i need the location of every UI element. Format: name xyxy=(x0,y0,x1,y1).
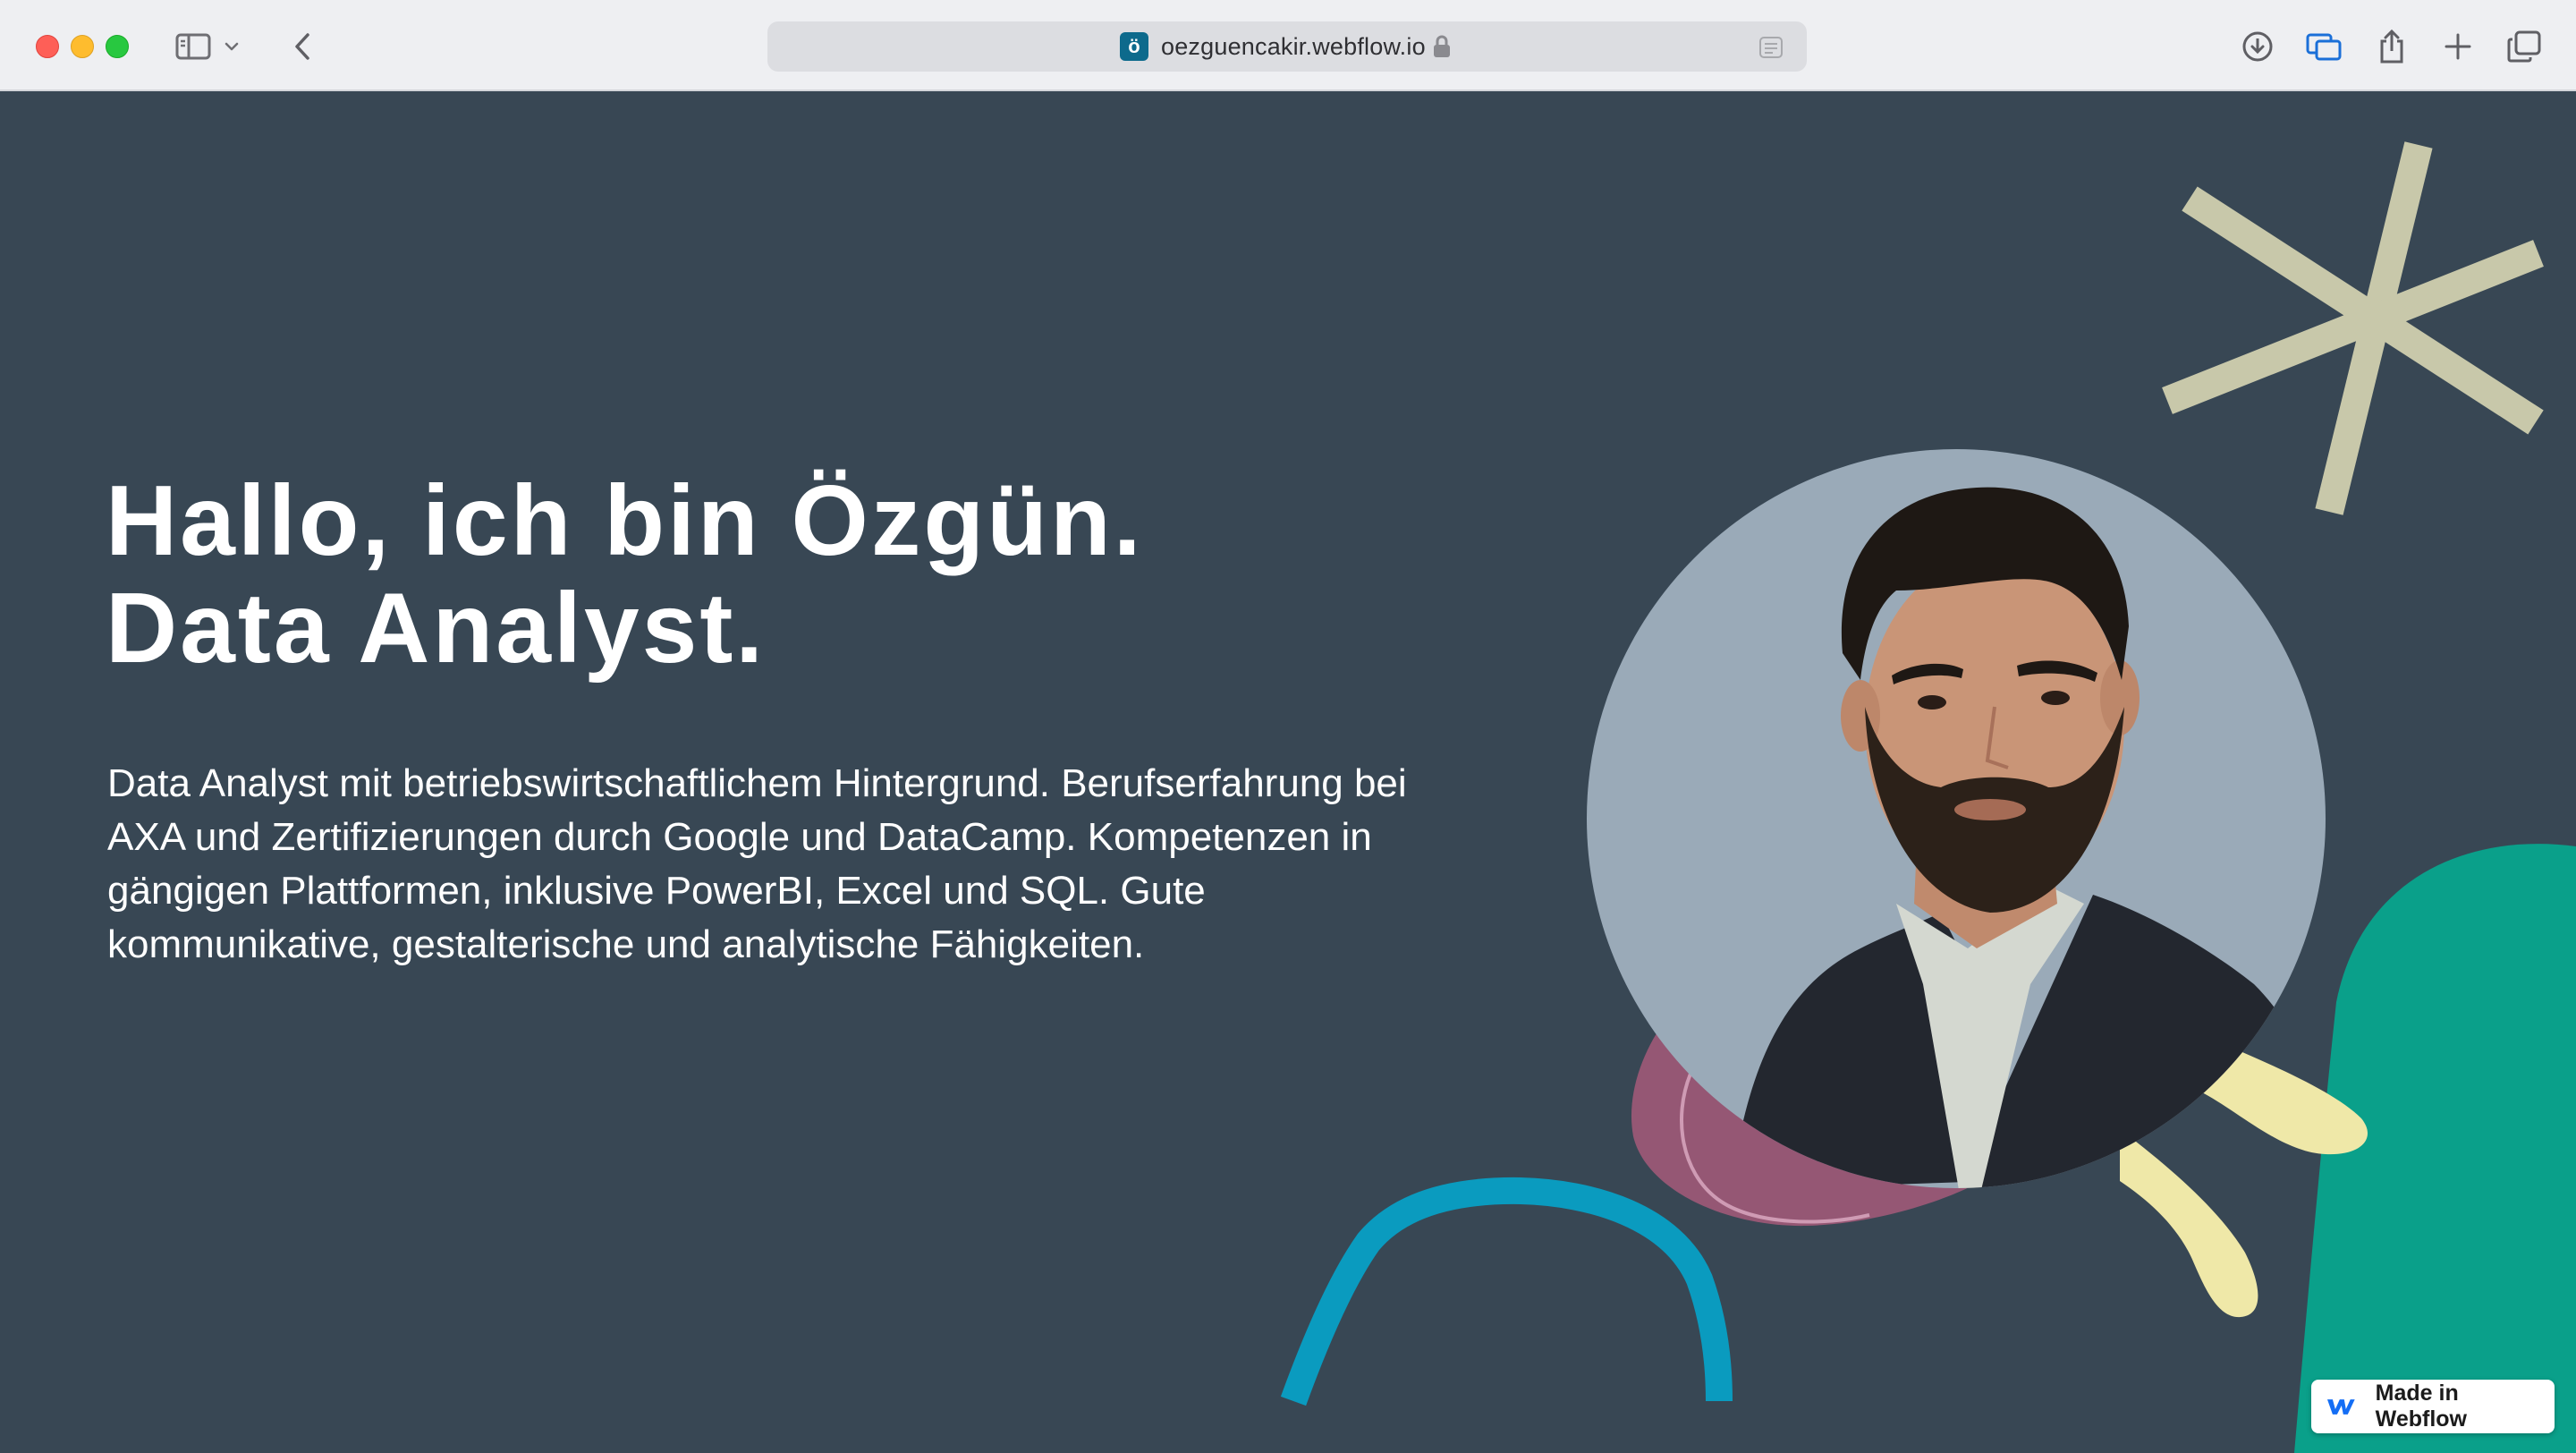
hero-title-line2: Data Analyst. xyxy=(106,573,767,684)
hero-artwork xyxy=(1280,141,2576,1453)
blue-arch xyxy=(1280,1177,1733,1406)
hero-description: Data Analyst mit betriebswirtschaftliche… xyxy=(107,761,1407,966)
webflow-logo-icon xyxy=(2326,1399,2355,1415)
made-in-webflow-badge[interactable]: Made in Webflow xyxy=(2311,1380,2555,1433)
hero-title: Hallo, ich bin Özgün. Data Analyst. xyxy=(106,467,1144,682)
badge-label: Made in Webflow xyxy=(2375,1381,2467,1432)
hero-title-line1: Hallo, ich bin Özgün. xyxy=(106,465,1144,576)
asterisk-shape xyxy=(2162,141,2544,515)
yellow-shape-bottom xyxy=(2120,1129,2258,1318)
